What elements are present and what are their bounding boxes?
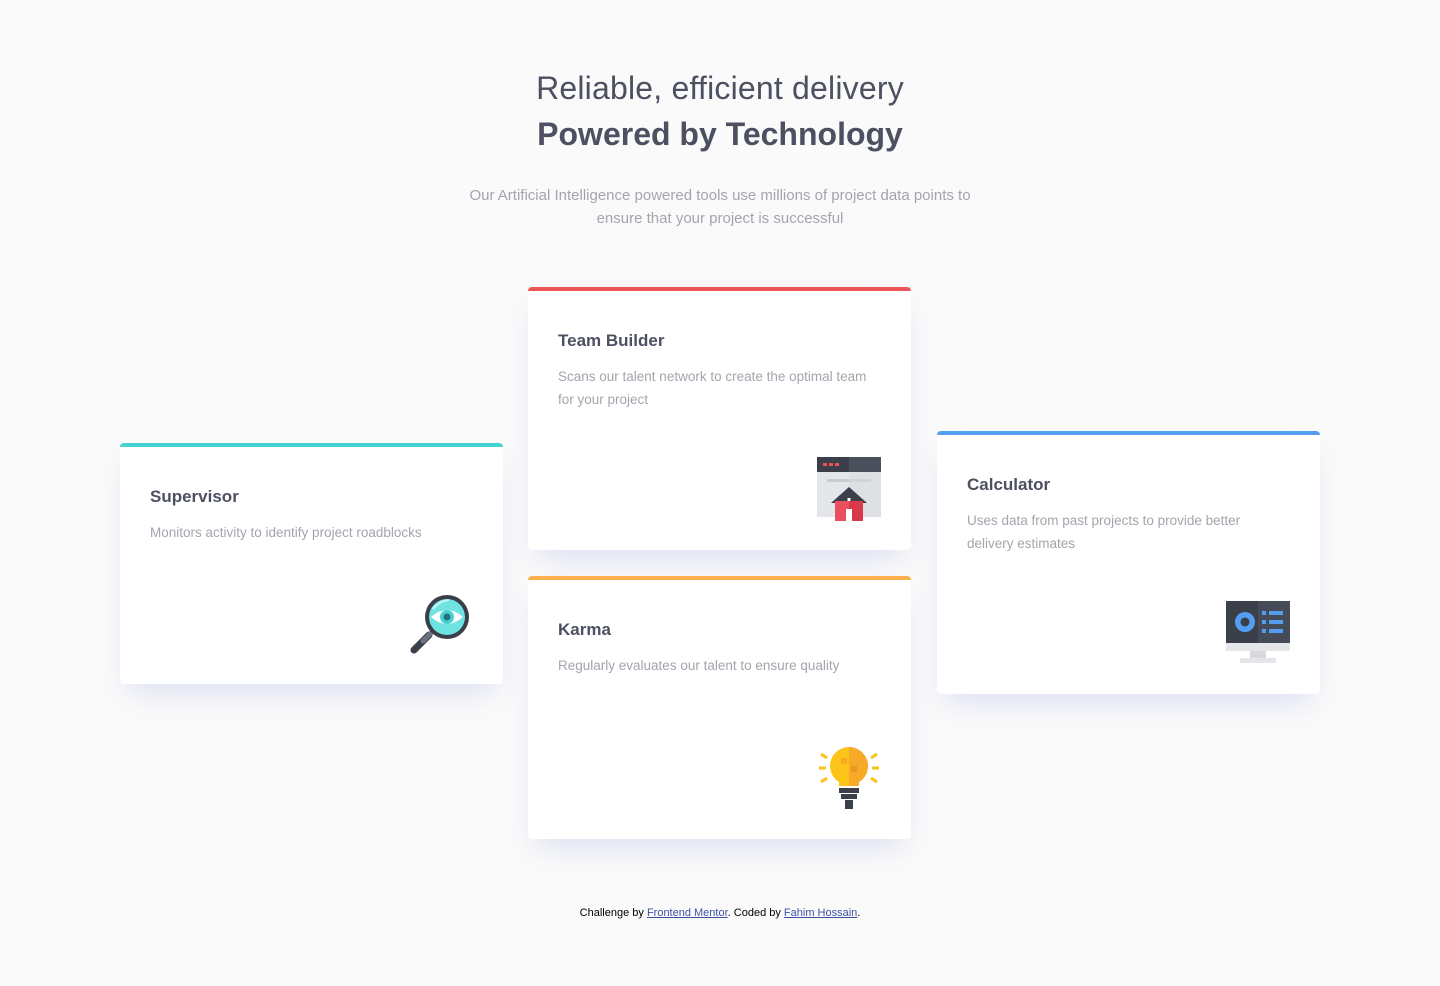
lightbulb-icon (819, 747, 879, 809)
card-supervisor: Supervisor Monitors activity to identify… (120, 443, 503, 684)
card-title: Karma (558, 620, 611, 639)
card-karma: Karma Regularly evaluates our talent to … (528, 576, 911, 839)
card-team-builder: Team Builder Scans our talent network to… (528, 287, 911, 550)
card-text: Scans our talent network to create the o… (558, 369, 867, 407)
author-link[interactable]: Fahim Hossain (784, 907, 857, 919)
header-subtitle: Reliable, efficient delivery (536, 70, 904, 106)
attribution: Challenge by Frontend Mentor. Coded by F… (0, 907, 1440, 919)
header: Reliable, efficient delivery Powered by … (0, 66, 1440, 230)
attribution-prefix: Challenge by (579, 907, 647, 919)
header-title: Powered by Technology (537, 116, 903, 152)
page: Reliable, efficient delivery Powered by … (0, 0, 1440, 986)
magnifier-eye-icon (410, 595, 469, 654)
header-description: Our Artificial Intelligence powered tool… (469, 187, 971, 227)
card-title: Supervisor (150, 487, 239, 506)
card-text: Uses data from past projects to provide … (967, 513, 1241, 551)
card-text: Monitors activity to identify project ro… (150, 525, 422, 540)
attribution-suffix: . (857, 907, 861, 919)
frontend-mentor-link[interactable]: Frontend Mentor (647, 907, 728, 919)
card-title: Calculator (967, 475, 1051, 494)
monitor-icon (1226, 601, 1290, 663)
card-title: Team Builder (558, 331, 665, 350)
card-calculator: Calculator Uses data from past projects … (937, 431, 1320, 694)
card-text: Regularly evaluates our talent to ensure… (558, 658, 840, 673)
attribution-middle: . Coded by (727, 907, 784, 919)
browser-house-icon (817, 457, 881, 521)
